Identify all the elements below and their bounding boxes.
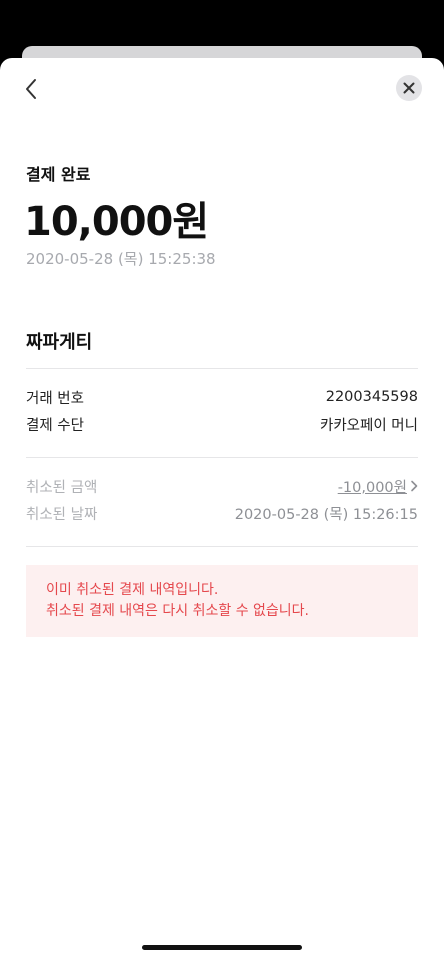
payment-datetime: 2020-05-28 (목) 15:25:38 (26, 250, 216, 268)
notice-line: 취소된 결제 내역은 다시 취소할 수 없습니다. (46, 603, 309, 619)
divider (26, 457, 418, 458)
close-icon (403, 82, 415, 94)
cancelled-amount-link[interactable]: -10,000원 (338, 476, 418, 497)
detail-label: 거래 번호 (26, 390, 84, 407)
detail-row-payment-method: 결제 수단 카카오페이 머니 (26, 413, 418, 435)
detail-label: 결제 수단 (26, 417, 84, 434)
cancelled-amount-value: -10,000원 (337, 479, 407, 496)
back-button[interactable] (16, 72, 46, 106)
detail-row-transaction-number: 거래 번호 2200345598 (26, 386, 418, 408)
cancelled-date-label: 취소된 날짜 (26, 506, 98, 523)
divider (26, 368, 418, 369)
cancelled-date-row: 취소된 날짜 2020-05-28 (목) 15:26:15 (26, 502, 418, 524)
cancellation-notice: 이미 취소된 결제 내역입니다. 취소된 결제 내역은 다시 취소할 수 없습니… (26, 565, 418, 637)
cancelled-amount-row[interactable]: 취소된 금액 -10,000원 (26, 475, 418, 497)
home-indicator (142, 945, 302, 950)
payment-detail-sheet: 결제 완료 10,000원 2020-05-28 (목) 15:25:38 짜파… (0, 58, 444, 960)
notice-line: 이미 취소된 결제 내역입니다. (46, 582, 219, 598)
merchant-name: 짜파게티 (26, 332, 93, 353)
chevron-right-icon (411, 480, 418, 492)
payment-status-label: 결제 완료 (26, 165, 91, 184)
close-button[interactable] (396, 75, 422, 101)
detail-value: 카카오페이 머니 (320, 417, 418, 434)
payment-amount: 10,000원 (24, 199, 209, 245)
cancelled-amount-label: 취소된 금액 (26, 479, 98, 496)
divider (26, 546, 418, 547)
cancelled-date-value: 2020-05-28 (목) 15:26:15 (234, 506, 418, 523)
detail-value: 2200345598 (325, 389, 418, 405)
chevron-left-icon (26, 79, 36, 99)
